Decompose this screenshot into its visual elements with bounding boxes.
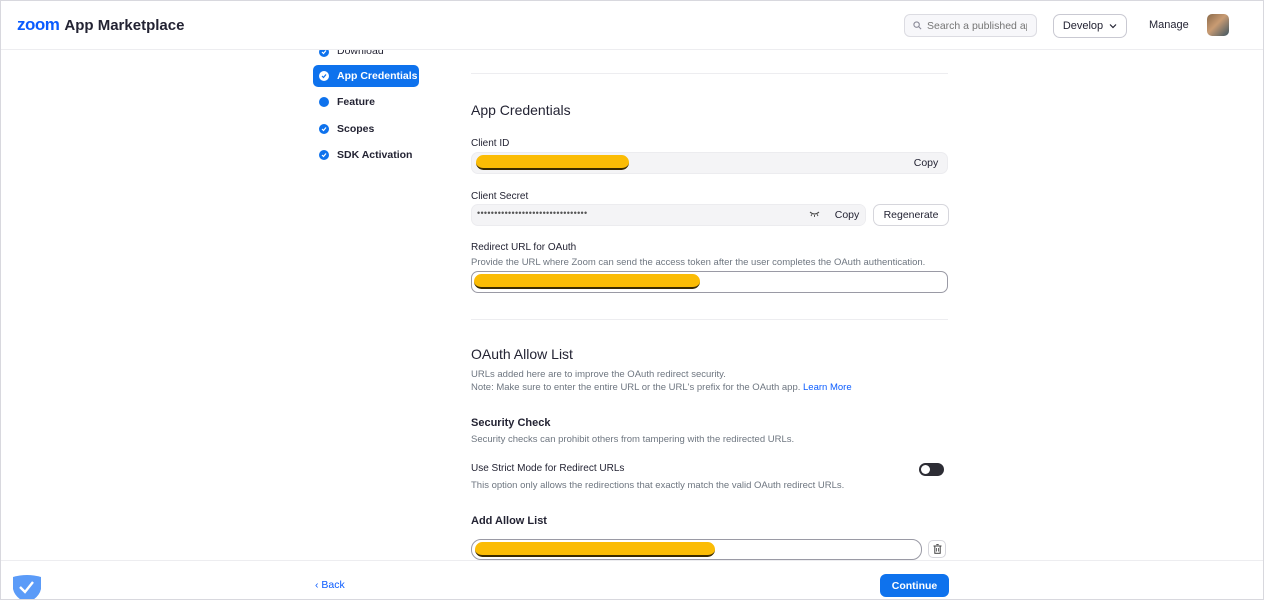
search-icon: [913, 21, 922, 30]
allow-list-desc-note: Note: Make sure to enter the entire URL …: [471, 382, 801, 393]
section-divider: [471, 73, 948, 74]
sidebar-item-label: Scopes: [337, 123, 375, 135]
app-credentials-title: App Credentials: [471, 102, 571, 118]
sidebar-item-label: SDK Activation: [337, 149, 413, 161]
search-input[interactable]: [927, 19, 1027, 32]
footer-bar: [1, 560, 1263, 599]
redirect-url-input[interactable]: [471, 271, 948, 293]
client-secret-label: Client Secret: [471, 191, 529, 202]
allow-list-desc-line2: Note: Make sure to enter the entire URL …: [471, 381, 852, 394]
copy-client-secret-button[interactable]: Copy: [829, 205, 865, 225]
allow-list-url-input[interactable]: [471, 539, 922, 560]
trash-icon: [933, 544, 941, 554]
redacted-allow-list-url: [475, 542, 715, 557]
section-divider: [471, 319, 948, 320]
shield-check-icon[interactable]: [11, 571, 47, 600]
avatar[interactable]: [1207, 14, 1229, 36]
sidebar-item-sdk-activation[interactable]: SDK Activation: [313, 144, 419, 166]
search-box[interactable]: [904, 14, 1037, 37]
continue-label: Continue: [891, 579, 938, 592]
allow-list-description: URLs added here are to improve the OAuth…: [471, 368, 852, 394]
strict-mode-label: Use Strict Mode for Redirect URLs: [471, 463, 625, 474]
back-label: Back: [321, 579, 345, 591]
delete-allow-list-button[interactable]: [928, 540, 946, 558]
oauth-allow-list-title: OAuth Allow List: [471, 346, 573, 362]
logo-title: App Marketplace: [64, 17, 185, 34]
check-circle-icon: [319, 124, 329, 134]
learn-more-link[interactable]: Learn More: [803, 382, 852, 393]
manage-link[interactable]: Manage: [1149, 19, 1189, 31]
sidebar-item-label: App Credentials: [337, 70, 418, 82]
strict-mode-toggle[interactable]: [919, 463, 944, 476]
add-allow-list-title: Add Allow List: [471, 515, 547, 527]
copy-label: Copy: [834, 209, 860, 221]
redacted-client-id: [476, 155, 629, 170]
client-id-label: Client ID: [471, 138, 510, 149]
redirect-url-label: Redirect URL for OAuth: [471, 242, 577, 253]
security-check-description: Security checks can prohibit others from…: [471, 434, 795, 445]
back-button[interactable]: ‹ Back: [315, 579, 345, 591]
check-circle-icon: [319, 71, 329, 81]
sidebar-item-scopes[interactable]: Scopes: [313, 118, 419, 140]
regenerate-label: Regenerate: [883, 209, 939, 221]
redacted-redirect-url: [474, 274, 700, 289]
toggle-knob: [921, 465, 930, 474]
client-secret-value: ••••••••••••••••••••••••••••••••: [477, 208, 588, 218]
check-circle-icon: [319, 150, 329, 160]
regenerate-button[interactable]: Regenerate: [873, 204, 949, 226]
continue-button[interactable]: Continue: [880, 574, 949, 597]
allow-list-desc-line1: URLs added here are to improve the OAuth…: [471, 369, 726, 380]
logo-wordmark: zoom: [17, 15, 60, 34]
sidebar-item-label: Feature: [337, 96, 375, 108]
copy-label: Copy: [913, 157, 939, 169]
status-dot-icon: [319, 97, 329, 107]
zoom-logo[interactable]: zoom App Marketplace: [17, 15, 184, 35]
develop-label: Develop: [1062, 20, 1104, 32]
sidebar-item-app-credentials[interactable]: App Credentials: [313, 65, 419, 87]
client-id-field[interactable]: [471, 152, 948, 174]
security-check-title: Security Check: [471, 417, 551, 429]
eye-closed-icon[interactable]: [809, 210, 820, 218]
top-navigation-bar: zoom App Marketplace Develop Manage: [1, 1, 1263, 50]
strict-mode-description: This option only allows the redirections…: [471, 480, 845, 491]
chevron-down-icon: [1109, 24, 1117, 29]
sidebar-item-feature[interactable]: Feature: [313, 91, 419, 113]
redirect-url-help: Provide the URL where Zoom can send the …: [471, 257, 926, 268]
develop-dropdown[interactable]: Develop: [1053, 14, 1127, 38]
app-window: zoom App Marketplace Develop Manage Down…: [0, 0, 1264, 600]
copy-client-id-button[interactable]: Copy: [907, 153, 945, 173]
